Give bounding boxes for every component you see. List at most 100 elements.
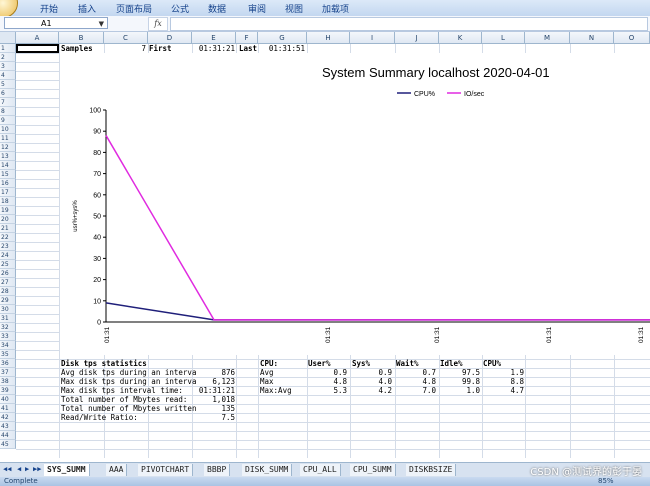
row-header[interactable]: 14 [0,161,16,170]
row-header[interactable]: 18 [0,197,16,206]
sheet-tab-aaa[interactable]: AAA [106,464,128,476]
cpu-value: 1.0 [466,386,480,395]
menu-home[interactable]: 开始 [40,2,58,15]
status-text: Complete [4,477,38,485]
menu-addins[interactable]: 加载项 [322,2,349,15]
column-header-o[interactable]: O [614,32,650,44]
row-header[interactable]: 15 [0,170,16,179]
last-sheet-icon[interactable]: ▶▶ [33,465,41,473]
row-header[interactable]: 44 [0,431,16,440]
row-header[interactable]: 36 [0,359,16,368]
row-header[interactable]: 11 [0,134,16,143]
column-header-c[interactable]: C [104,32,148,44]
row-header[interactable]: 7 [0,98,16,107]
active-cell[interactable] [16,44,59,53]
row-header[interactable]: 33 [0,332,16,341]
row-header[interactable]: 9 [0,116,16,125]
y-tick-label: 50 [93,214,101,221]
sheet-tab-cpu-summ[interactable]: CPU_SUMM [350,464,396,476]
row-header[interactable]: 40 [0,395,16,404]
row-header[interactable]: 39 [0,386,16,395]
row-header[interactable]: 41 [0,404,16,413]
row-header[interactable]: 8 [0,107,16,116]
row-header[interactable]: 30 [0,305,16,314]
disk-stat-value: 1,018 [212,395,235,404]
row-header[interactable]: 3 [0,62,16,71]
row-header[interactable]: 38 [0,377,16,386]
row-header[interactable]: 31 [0,314,16,323]
row-header[interactable]: 6 [0,89,16,98]
column-header-a[interactable]: A [16,32,59,44]
grid-line [16,449,650,450]
column-header-g[interactable]: G [258,32,307,44]
row-header[interactable]: 13 [0,152,16,161]
row-header[interactable]: 42 [0,413,16,422]
row-header[interactable]: 5 [0,80,16,89]
row-header[interactable]: 45 [0,440,16,449]
zoom-level[interactable]: 85% [598,477,614,486]
column-header-e[interactable]: E [192,32,236,44]
column-header-k[interactable]: K [439,32,482,44]
column-header-j[interactable]: J [395,32,439,44]
row-header[interactable]: 35 [0,350,16,359]
row-header[interactable]: 27 [0,278,16,287]
menu-data[interactable]: 数据 [208,2,226,15]
last-value: 01:31:51 [268,44,305,53]
column-header-b[interactable]: B [59,32,104,44]
row-header[interactable]: 43 [0,422,16,431]
sheet-tab-bbbp[interactable]: BBBP [204,464,231,476]
column-header-i[interactable]: I [350,32,395,44]
first-sheet-icon[interactable]: ◀◀ [3,465,11,473]
system-summary-chart[interactable]: System Summary localhost 2020-04-01 CPU% I… [60,53,650,355]
menu-insert[interactable]: 插入 [78,2,96,15]
row-header[interactable]: 28 [0,287,16,296]
formula-input[interactable] [170,17,648,31]
row-header[interactable]: 23 [0,242,16,251]
y-tick-label: 20 [93,277,101,284]
sheet-tab-pivotchart[interactable]: PIVOTCHART [138,464,194,476]
row-header[interactable]: 22 [0,233,16,242]
y-axis-label: usr%+sys% [73,200,79,232]
row-header[interactable]: 17 [0,188,16,197]
row-header[interactable]: 4 [0,71,16,80]
select-all-corner[interactable] [0,32,16,44]
row-header[interactable]: 26 [0,269,16,278]
row-header[interactable]: 37 [0,368,16,377]
row-header[interactable]: 25 [0,260,16,269]
row-header[interactable]: 10 [0,125,16,134]
menu-review[interactable]: 审阅 [248,2,266,15]
row-header[interactable]: 34 [0,341,16,350]
formula-bar: A1 ▼ fx [0,16,650,32]
column-header-l[interactable]: L [482,32,525,44]
column-header-d[interactable]: D [148,32,192,44]
menu-view[interactable]: 视图 [285,2,303,15]
sheet-tab-disk-summ[interactable]: DISK_SUMM [242,464,293,476]
row-header[interactable]: 16 [0,179,16,188]
row-header[interactable]: 29 [0,296,16,305]
row-header[interactable]: 20 [0,215,16,224]
row-header[interactable]: 19 [0,206,16,215]
row-header[interactable]: 32 [0,323,16,332]
row-header[interactable]: 24 [0,251,16,260]
row-header[interactable]: 2 [0,53,16,62]
row-header[interactable]: 1 [0,44,16,53]
sheet-tab-sys-summ[interactable]: SYS_SUMM [44,464,90,476]
menu-page-layout[interactable]: 页面布局 [116,2,152,15]
column-header-f[interactable]: F [236,32,258,44]
chevron-down-icon[interactable]: ▼ [99,18,104,30]
sheet-tab-cpu-all[interactable]: CPU_ALL [300,464,341,476]
column-header-m[interactable]: M [525,32,570,44]
name-box[interactable]: A1 ▼ [4,17,108,29]
menu-formulas[interactable]: 公式 [171,2,189,15]
prev-sheet-icon[interactable]: ◀ [17,465,21,473]
column-header-h[interactable]: H [307,32,350,44]
column-header-n[interactable]: N [570,32,614,44]
row-header[interactable]: 21 [0,224,16,233]
row-header[interactable]: 12 [0,143,16,152]
next-sheet-icon[interactable]: ▶ [25,465,29,473]
cpu-value: 4.8 [422,377,436,386]
insert-function-button[interactable]: fx [148,17,168,31]
x-tick-label: 01:31 [638,326,645,343]
sheet-tab-diskbsize[interactable]: DISKBSIZE [406,464,457,476]
cpu-value: 4.7 [510,386,524,395]
